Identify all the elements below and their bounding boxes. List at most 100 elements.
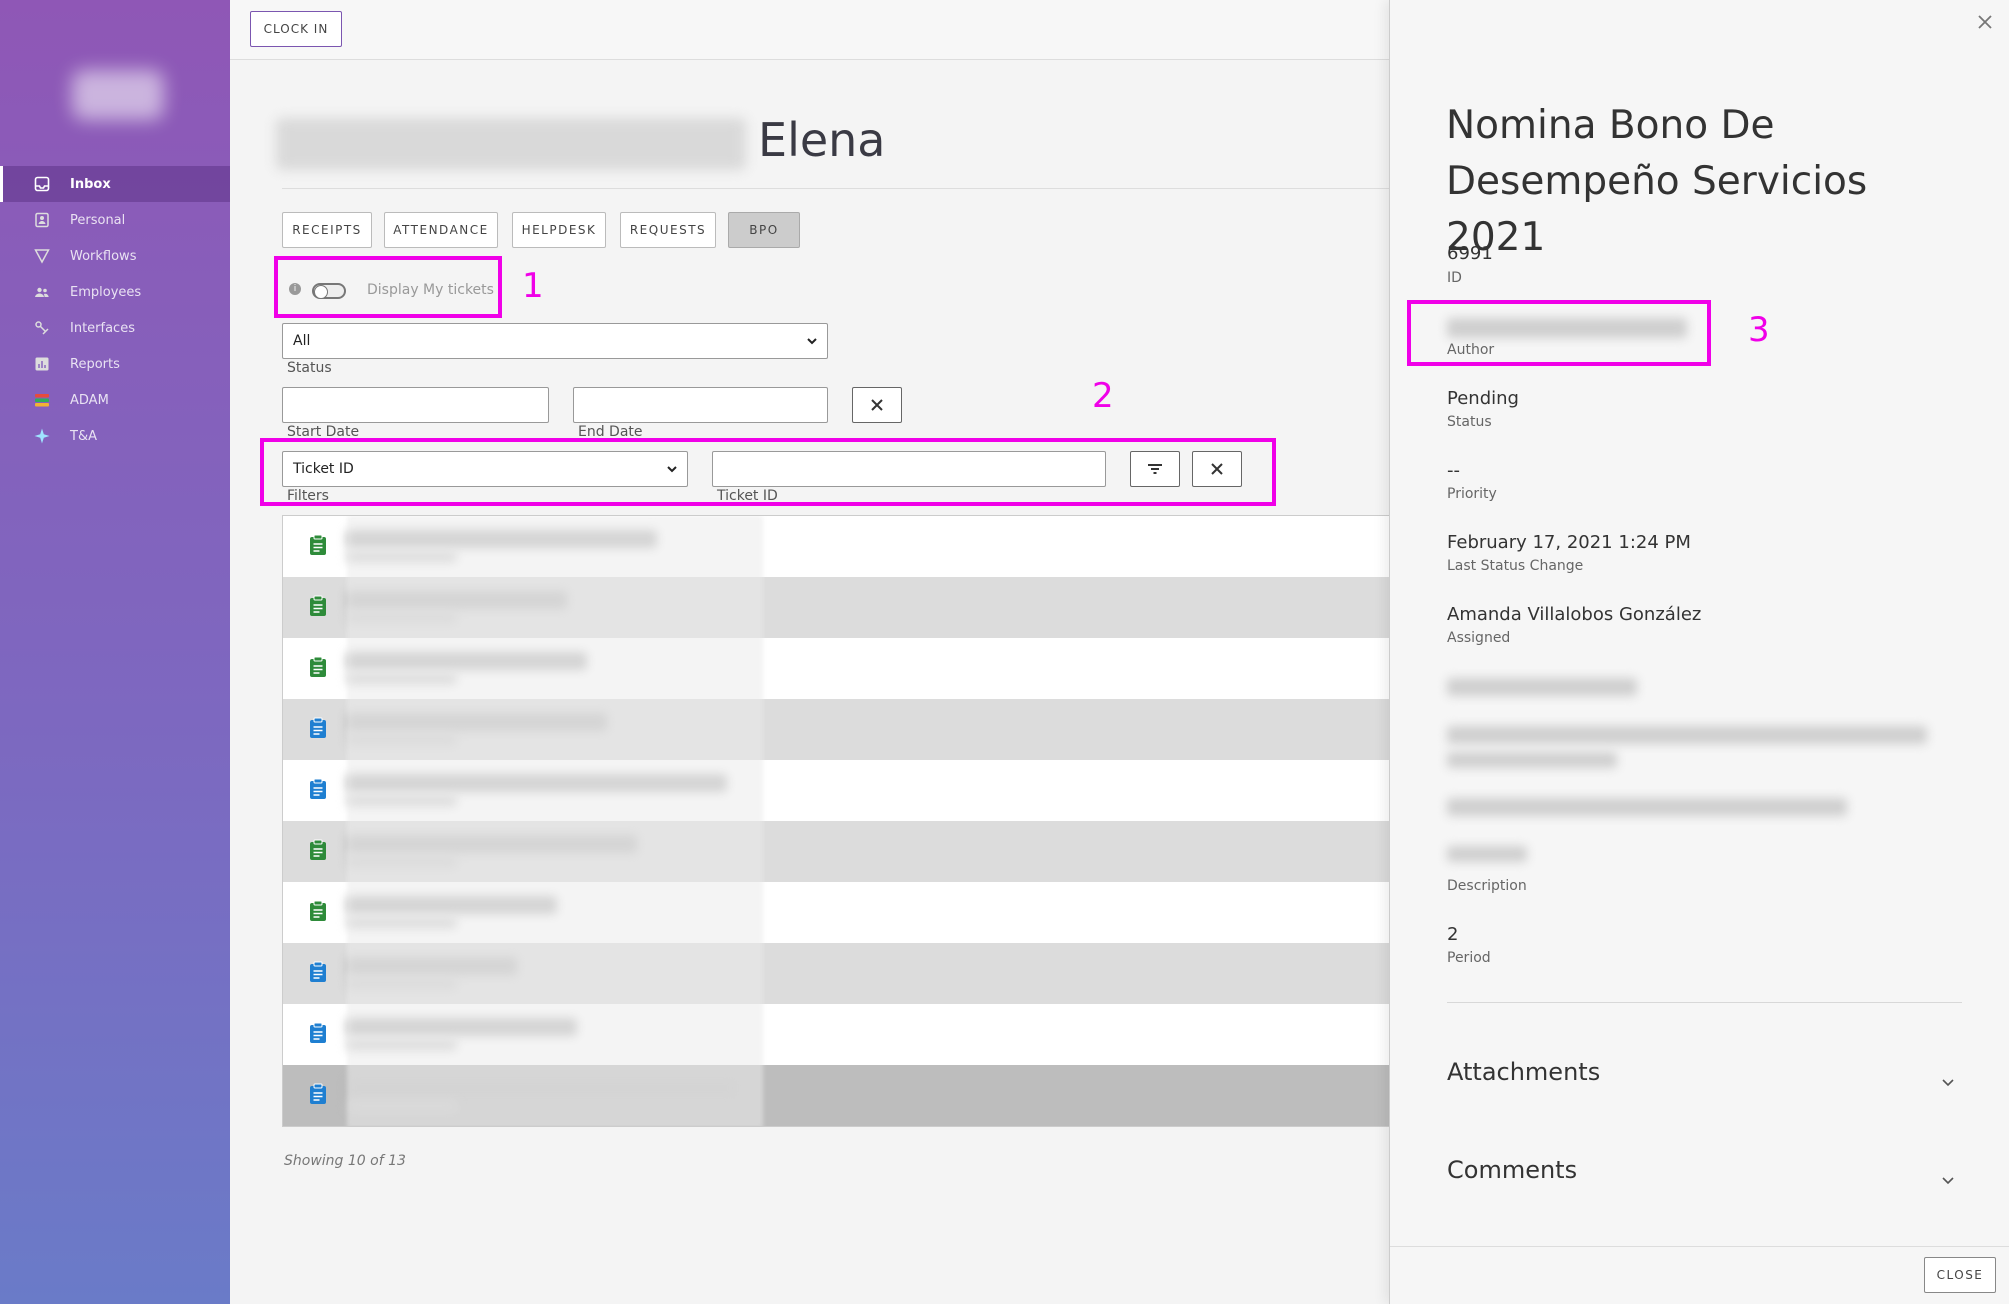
ticket-title: Nomina Bono De Desempeño Servicios 2021 — [1446, 103, 1868, 260]
redacted-description — [1447, 846, 1527, 862]
toggle-label: Display My tickets — [367, 282, 494, 298]
title-divider — [282, 188, 1390, 189]
ticket-id-input[interactable] — [712, 451, 1106, 487]
close-icon[interactable] — [1975, 12, 1995, 32]
info-icon[interactable]: i — [289, 283, 301, 295]
sidebar-item-adam[interactable]: ADAM — [0, 382, 230, 418]
tab-bpo[interactable]: BPO — [728, 212, 800, 248]
clipboard-icon — [310, 534, 326, 555]
close-icon — [871, 399, 883, 411]
status-field-label: Status — [1447, 414, 1492, 430]
stack-icon — [34, 392, 50, 408]
sidebar-item-interfaces[interactable]: Interfaces — [0, 310, 230, 346]
ticket-list — [282, 515, 1390, 1127]
start-date-input[interactable] — [282, 387, 549, 423]
last-status-change-value: February 17, 2021 1:24 PM — [1447, 532, 1691, 553]
funnel-icon — [34, 248, 50, 264]
tab-receipts[interactable]: RECEIPTS — [282, 212, 372, 248]
period-label: Period — [1447, 950, 1491, 966]
people-icon — [34, 284, 50, 300]
sidebar-item-inbox[interactable]: Inbox — [0, 166, 230, 202]
sidebar-item-label: Workflows — [70, 248, 137, 264]
sidebar-item-label: Reports — [70, 356, 120, 372]
redacted-description — [1447, 678, 1637, 696]
filter-type-value: Ticket ID — [293, 461, 354, 477]
sidebar-nav: Inbox Personal Workflows Employees Inter… — [0, 166, 230, 454]
clipboard-icon — [310, 839, 326, 860]
tab-requests[interactable]: REQUESTS — [620, 212, 716, 248]
attachments-section[interactable]: Attachments — [1447, 1058, 1600, 1086]
status-select[interactable]: All — [282, 323, 828, 359]
filters-label: Filters — [287, 488, 329, 504]
annotation-number-1: 1 — [522, 266, 544, 306]
redacted-description — [1447, 752, 1617, 768]
clipboard-icon — [310, 900, 326, 921]
clock-in-button[interactable]: CLOCK IN — [250, 11, 342, 47]
description-label: Description — [1447, 878, 1527, 894]
sidebar-item-label: Personal — [70, 212, 126, 228]
priority-value: -- — [1447, 460, 1460, 481]
sidebar-item-workflows[interactable]: Workflows — [0, 238, 230, 274]
sidebar-item-employees[interactable]: Employees — [0, 274, 230, 310]
sidebar-item-personal[interactable]: Personal — [0, 202, 230, 238]
filter-type-select[interactable]: Ticket ID — [282, 451, 688, 487]
sidebar-item-label: Interfaces — [70, 320, 135, 336]
author-label: Author — [1447, 342, 1495, 358]
tab-helpdesk[interactable]: HELPDESK — [512, 212, 606, 248]
clear-filter-button[interactable] — [1192, 451, 1242, 487]
redacted-author — [1447, 318, 1687, 338]
sidebar-item-label: T&A — [70, 428, 97, 444]
sidebar-item-label: ADAM — [70, 392, 109, 408]
display-my-tickets-toggle[interactable] — [312, 283, 346, 299]
apply-filter-button[interactable] — [1130, 451, 1180, 487]
chevron-down-icon[interactable] — [1940, 1074, 1956, 1090]
chart-icon — [34, 356, 50, 372]
panel-divider — [1447, 1002, 1962, 1003]
redacted-description — [1447, 726, 1927, 744]
person-card-icon — [34, 212, 50, 228]
last-status-change-label: Last Status Change — [1447, 558, 1584, 574]
sidebar-item-reports[interactable]: Reports — [0, 346, 230, 382]
redacted-description — [1447, 798, 1847, 816]
status-value: Pending — [1447, 388, 1519, 409]
chevron-down-icon[interactable] — [1940, 1172, 1956, 1188]
assigned-label: Assigned — [1447, 630, 1511, 646]
comments-section[interactable]: Comments — [1447, 1156, 1577, 1184]
sidebar: Inbox Personal Workflows Employees Inter… — [0, 0, 230, 1304]
filter-lines-icon — [1148, 464, 1162, 474]
priority-label: Priority — [1447, 486, 1497, 502]
status-select-value: All — [293, 333, 311, 349]
chevron-down-icon — [807, 338, 817, 345]
clear-dates-button[interactable] — [852, 387, 902, 423]
status-label: Status — [287, 360, 332, 376]
inbox-icon — [34, 176, 50, 192]
link-icon — [34, 320, 50, 336]
close-button[interactable]: CLOSE — [1924, 1257, 1996, 1293]
annotation-number-2: 2 — [1092, 376, 1114, 416]
close-icon — [1211, 463, 1223, 475]
clipboard-icon — [310, 778, 326, 799]
annotation-number-3: 3 — [1748, 310, 1770, 350]
ticket-id-value: 6991 — [1447, 243, 1493, 264]
clipboard-icon — [310, 656, 326, 677]
chevron-down-icon — [667, 466, 677, 473]
redacted-ticket-text — [347, 516, 763, 1126]
page-title: Elena — [758, 113, 886, 167]
clipboard-icon — [310, 595, 326, 616]
redacted-person-name — [276, 118, 746, 170]
top-bar: CLOCK IN — [230, 0, 1390, 60]
clipboard-icon — [310, 1083, 326, 1104]
list-count: Showing 10 of 13 — [284, 1153, 406, 1169]
panel-footer: CLOSE — [1390, 1246, 2009, 1304]
clipboard-icon — [310, 1022, 326, 1043]
end-date-input[interactable] — [573, 387, 828, 423]
sidebar-item-t-and-a[interactable]: T&A — [0, 418, 230, 454]
sparkle-icon — [34, 428, 50, 444]
period-value: 2 — [1447, 924, 1459, 945]
tab-attendance[interactable]: ATTENDANCE — [384, 212, 498, 248]
clipboard-icon — [310, 717, 326, 738]
company-logo — [72, 70, 164, 120]
sidebar-item-label: Inbox — [70, 176, 111, 192]
ticket-id-field-label: ID — [1447, 270, 1462, 286]
clipboard-icon — [310, 961, 326, 982]
